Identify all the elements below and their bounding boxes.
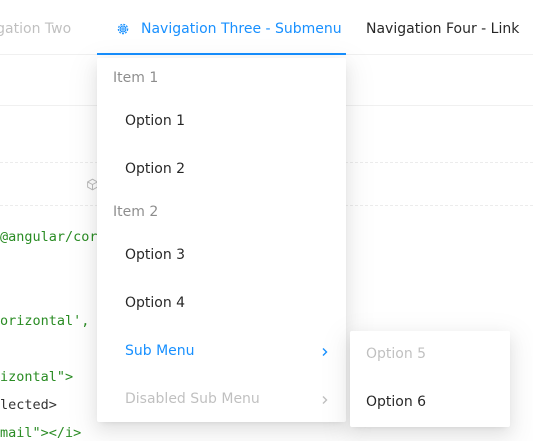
menu-option-3[interactable]: Option 3 <box>125 247 185 263</box>
code-line: orizontal', <box>0 313 90 329</box>
menu-option-6[interactable]: Option 6 <box>366 394 426 410</box>
menu-option-4[interactable]: Option 4 <box>125 295 185 311</box>
nav-item-navigation-three-submenu[interactable]: Navigation Three - Submenu <box>97 0 346 55</box>
nav-item-navigation-four-link[interactable]: Navigation Four - Link <box>366 0 519 54</box>
sub-menu-popup: Option 5 Option 6 <box>350 331 510 427</box>
menu-option-2[interactable]: Option 2 <box>125 161 185 177</box>
nav-item-navigation-two[interactable]: vigation Two <box>0 0 71 54</box>
chevron-right-icon <box>322 396 328 404</box>
sub-menu-item[interactable]: Sub Menu <box>125 343 195 359</box>
menu-group-title-item-1: Item 1 <box>113 70 159 86</box>
menu-option-1[interactable]: Option 1 <box>125 113 185 129</box>
code-line: izontal"> <box>0 369 74 385</box>
disabled-sub-menu-item: Disabled Sub Menu <box>125 391 260 407</box>
code-line: @angular/cor <box>0 229 98 245</box>
code-line: mail"></i> <box>0 425 82 441</box>
navigation-three-dropdown: Item 1 Option 1 Option 2 Item 2 Option 3… <box>97 58 346 422</box>
menu-option-5: Option 5 <box>366 346 427 362</box>
top-navigation-menu: vigation Two Navigation Three - Submenu … <box>0 0 533 55</box>
setting-icon <box>117 23 129 35</box>
chevron-right-icon <box>322 348 328 356</box>
code-line: lected> <box>0 397 57 413</box>
menu-group-title-item-2: Item 2 <box>113 204 159 220</box>
nav-item-label: Navigation Three - Submenu <box>141 21 342 37</box>
